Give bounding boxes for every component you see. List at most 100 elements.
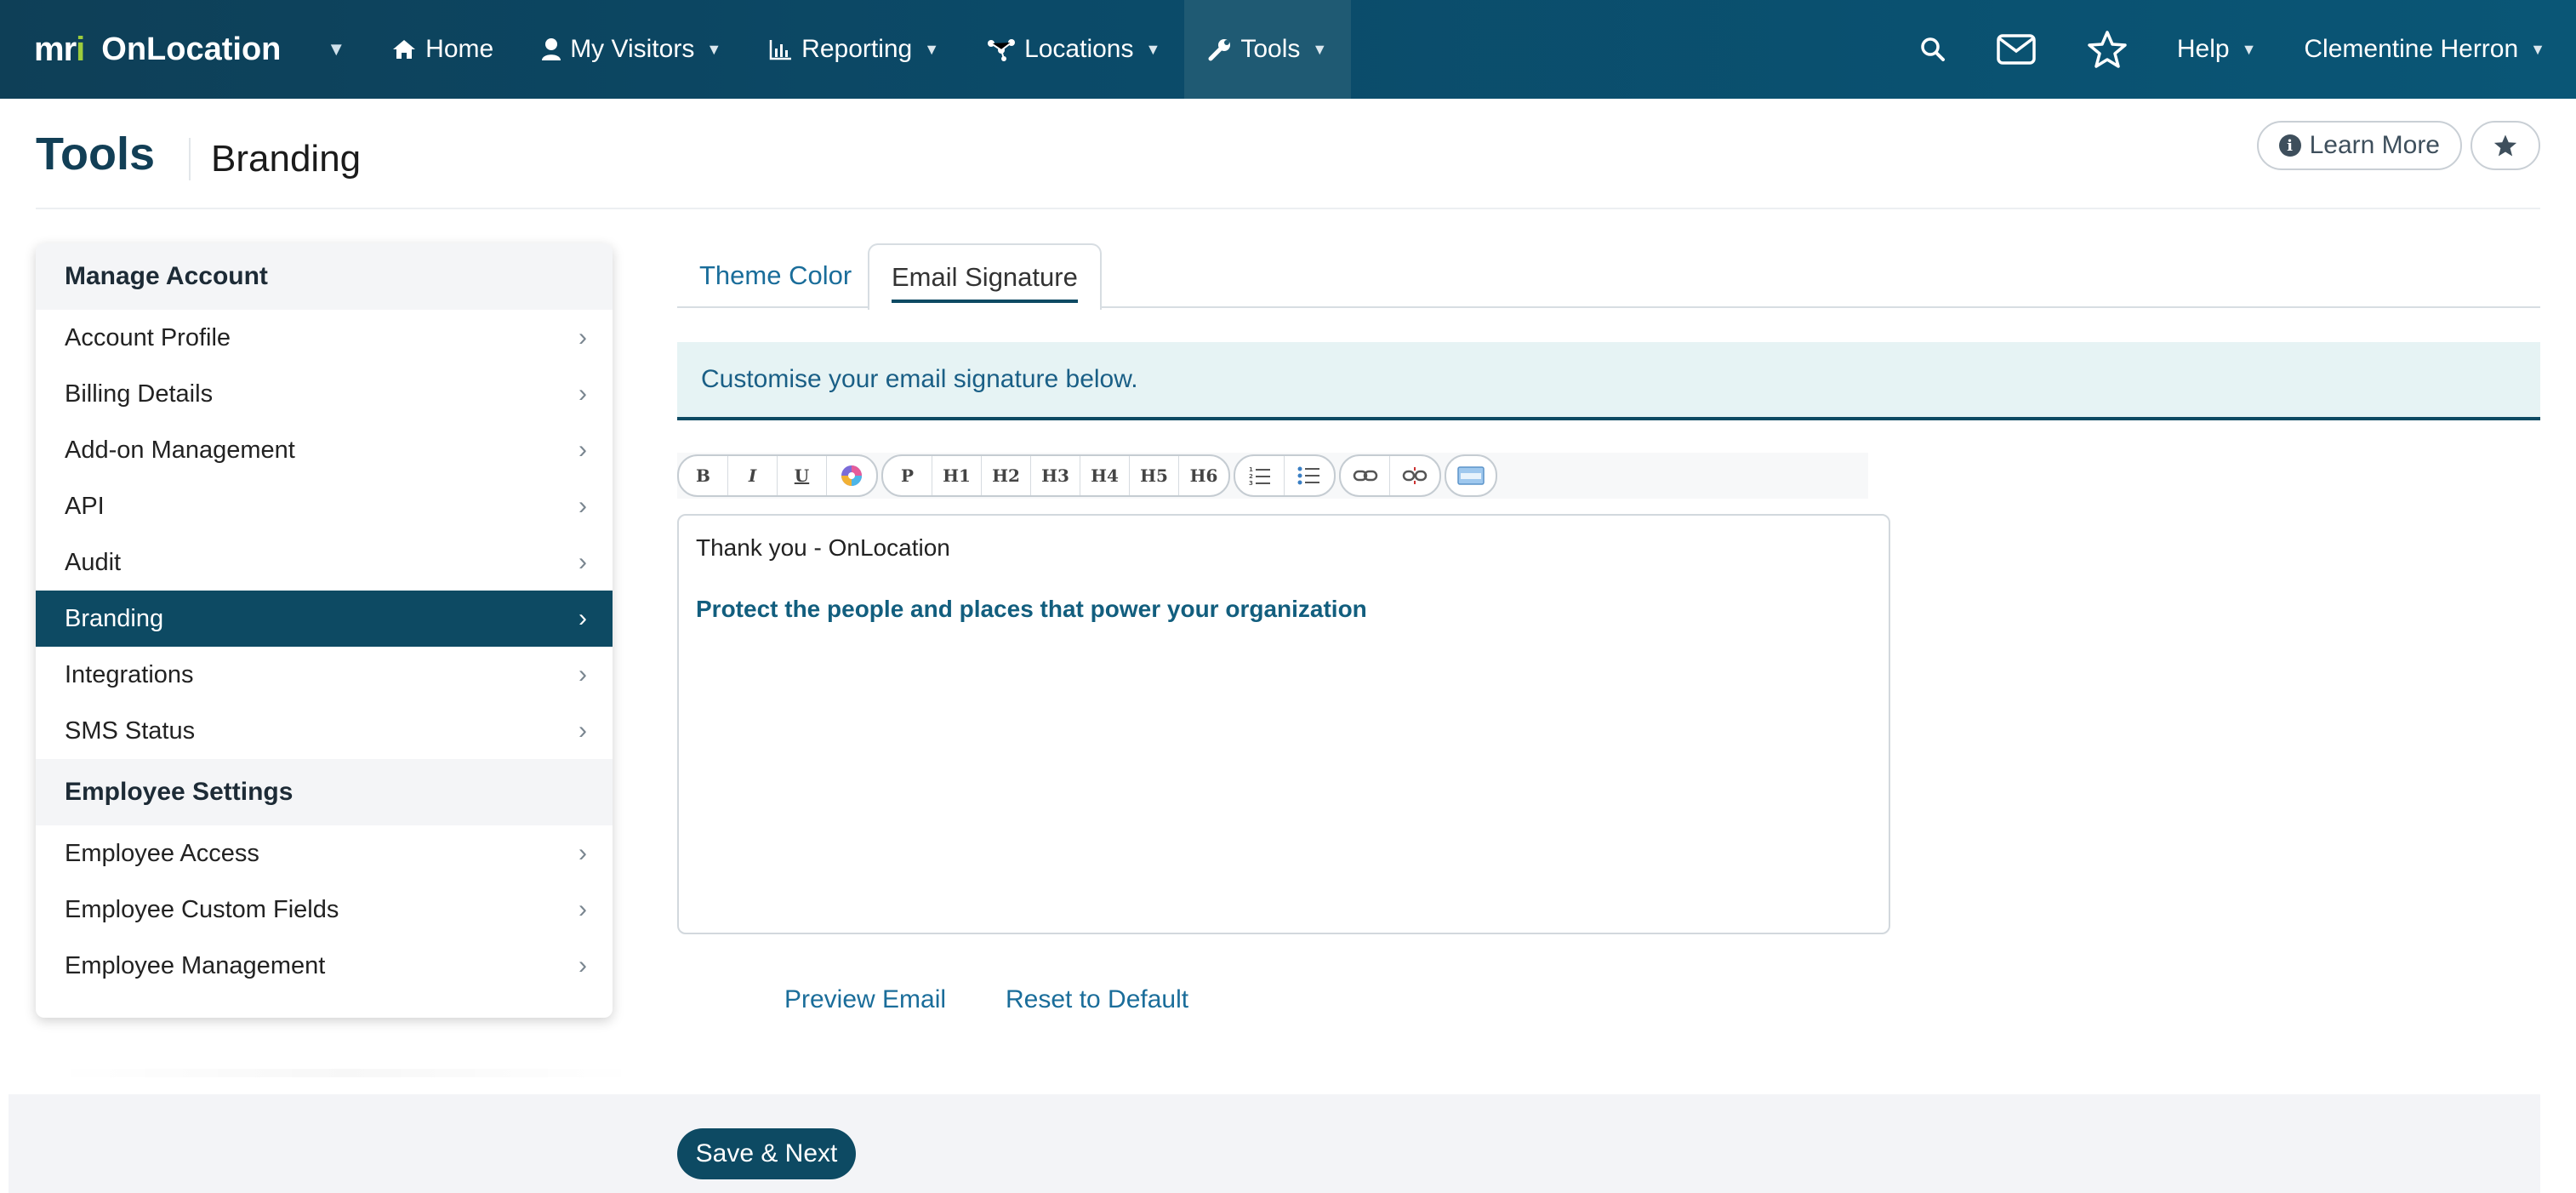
- h2-button[interactable]: H2: [982, 456, 1031, 495]
- chevron-down-icon: ▼: [2241, 40, 2257, 58]
- nav-home-label: Home: [425, 35, 494, 63]
- user-name: Clementine Herron: [2304, 35, 2519, 63]
- link-icon: [1353, 470, 1377, 482]
- sidebar-item-billing-details[interactable]: Billing Details ›: [36, 366, 613, 422]
- brand[interactable]: mri OnLocation ▼: [34, 0, 345, 99]
- tab-email-signature[interactable]: Email Signature: [868, 243, 1102, 310]
- sidebar-item-employee-management[interactable]: Employee Management ›: [36, 938, 613, 994]
- toolbar-group-headings: P H1 H2 H3 H4 H5 H6: [881, 454, 1230, 497]
- sidebar-item-sms-status[interactable]: SMS Status ›: [36, 703, 613, 759]
- signature-editor[interactable]: Thank you - OnLocation Protect the peopl…: [677, 514, 1890, 934]
- h4-button[interactable]: H4: [1080, 456, 1130, 495]
- chevron-down-icon: ▼: [924, 40, 940, 58]
- nav-my-visitors[interactable]: My Visitors ▼: [517, 0, 745, 99]
- reset-to-default-link[interactable]: Reset to Default: [1006, 985, 1188, 1014]
- signature-line-1: Thank you - OnLocation: [696, 534, 950, 561]
- network-icon: [988, 39, 1016, 61]
- toolbar-group-format: B I U: [677, 454, 878, 497]
- svg-text:3: 3: [1249, 480, 1253, 487]
- messages-button[interactable]: [1971, 0, 2061, 99]
- sidebar-item-label: Account Profile: [65, 323, 231, 351]
- nav-reporting-label: Reporting: [801, 35, 913, 63]
- sidebar-item-api[interactable]: API ›: [36, 478, 613, 534]
- unordered-list-icon: [1297, 466, 1319, 485]
- chevron-down-icon: ▼: [1145, 40, 1161, 58]
- user-menu[interactable]: Clementine Herron ▼: [2280, 0, 2576, 99]
- learn-more-button[interactable]: i Learn More: [2256, 121, 2462, 170]
- paragraph-button[interactable]: P: [883, 456, 932, 495]
- editor-toolbar: B I U P H1 H2 H3 H4 H5 H6 1 2 3: [677, 453, 1868, 499]
- sidebar-item-integrations[interactable]: Integrations ›: [36, 647, 613, 703]
- top-navbar: mri OnLocation ▼ Home My Visitors ▼ Repo…: [0, 0, 2576, 99]
- h3-button[interactable]: H3: [1031, 456, 1080, 495]
- sidebar: Manage Account Account Profile › Billing …: [36, 243, 613, 1018]
- chevron-right-icon: ›: [578, 716, 587, 745]
- chevron-down-icon: ▼: [706, 40, 722, 58]
- tab-theme-color[interactable]: Theme Color: [699, 243, 852, 308]
- nav-my-visitors-label: My Visitors: [570, 35, 695, 63]
- sidebar-shadow: [53, 1069, 640, 1077]
- nav-locations[interactable]: Locations ▼: [963, 0, 1184, 99]
- nav-right: Help ▼ Clementine Herron ▼: [1895, 0, 2576, 99]
- active-tab-indicator: [892, 300, 1078, 303]
- sidebar-item-label: Add-on Management: [65, 436, 295, 464]
- favorite-page-button[interactable]: [2471, 121, 2540, 170]
- ordered-list-button[interactable]: 1 2 3: [1235, 456, 1285, 495]
- sidebar-item-label: Integrations: [65, 660, 194, 688]
- page-subtitle: Branding: [211, 138, 362, 180]
- h6-button[interactable]: H6: [1179, 456, 1228, 495]
- star-icon: [2088, 31, 2127, 68]
- envelope-icon: [1997, 34, 2036, 65]
- sidebar-item-account-profile[interactable]: Account Profile ›: [36, 310, 613, 366]
- header-divider: [189, 138, 191, 180]
- nav-help[interactable]: Help ▼: [2153, 0, 2281, 99]
- chevron-right-icon: ›: [578, 604, 587, 632]
- svg-text:1: 1: [1249, 466, 1253, 473]
- sidebar-item-add-on-management[interactable]: Add-on Management ›: [36, 422, 613, 478]
- chevron-right-icon: ›: [578, 839, 587, 867]
- sidebar-item-label: Billing Details: [65, 380, 214, 408]
- nav-tools[interactable]: Tools ▼: [1184, 0, 1352, 99]
- toolbar-group-links: [1339, 454, 1441, 497]
- sidebar-item-label: Employee Custom Fields: [65, 895, 339, 923]
- sidebar-item-label: SMS Status: [65, 716, 196, 745]
- remove-link-button[interactable]: [1390, 456, 1439, 495]
- wrench-icon: [1208, 39, 1231, 61]
- underline-button[interactable]: U: [778, 456, 827, 495]
- sidebar-item-employee-access[interactable]: Employee Access ›: [36, 825, 613, 882]
- nav-reporting[interactable]: Reporting ▼: [745, 0, 963, 99]
- brand-dropdown-icon[interactable]: ▼: [327, 38, 345, 60]
- sidebar-item-employee-custom-fields[interactable]: Employee Custom Fields ›: [36, 882, 613, 938]
- text-color-button[interactable]: [827, 456, 876, 495]
- save-and-next-button[interactable]: Save & Next: [677, 1128, 856, 1179]
- sidebar-item-branding[interactable]: Branding ›: [36, 591, 613, 647]
- user-icon: [542, 38, 561, 60]
- nav-home[interactable]: Home: [368, 0, 517, 99]
- search-button[interactable]: [1895, 0, 1971, 99]
- favorites-button[interactable]: [2061, 0, 2153, 99]
- chevron-right-icon: ›: [578, 895, 587, 923]
- mri-logo: mri: [34, 30, 85, 68]
- toolbar-group-lists: 1 2 3: [1234, 454, 1336, 497]
- chevron-right-icon: ›: [578, 548, 587, 576]
- h1-button[interactable]: H1: [932, 456, 982, 495]
- italic-button[interactable]: I: [728, 456, 778, 495]
- footer-bar: [9, 1094, 2540, 1193]
- html-source-button[interactable]: [1446, 456, 1496, 495]
- home-icon: [393, 40, 416, 59]
- chevron-right-icon: ›: [578, 951, 587, 979]
- sidebar-item-label: Employee Management: [65, 951, 326, 979]
- unordered-list-button[interactable]: [1285, 456, 1334, 495]
- bold-button[interactable]: B: [679, 456, 728, 495]
- sidebar-item-audit[interactable]: Audit ›: [36, 534, 613, 591]
- preview-email-link[interactable]: Preview Email: [784, 985, 946, 1014]
- nav-locations-label: Locations: [1024, 35, 1134, 63]
- brand-name: OnLocation: [101, 31, 282, 67]
- sidebar-section-manage-account: Manage Account: [36, 243, 613, 310]
- chevron-right-icon: ›: [578, 660, 587, 688]
- h5-button[interactable]: H5: [1130, 456, 1179, 495]
- insert-link-button[interactable]: [1341, 456, 1390, 495]
- signature-line-2: Protect the people and places that power…: [696, 596, 1367, 622]
- svg-text:2: 2: [1249, 473, 1253, 480]
- info-icon: i: [2278, 134, 2301, 157]
